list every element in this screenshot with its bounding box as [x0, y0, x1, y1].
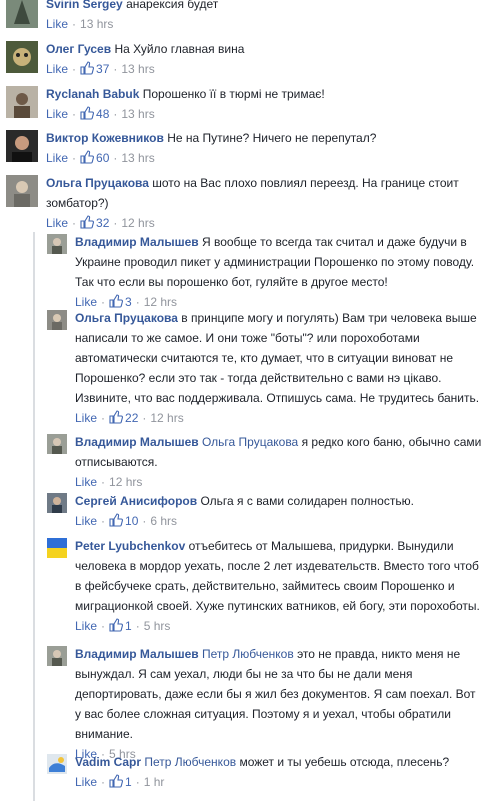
comment-meta: Like · 1 · 1 hr [75, 774, 165, 789]
like-button[interactable]: Like [75, 295, 97, 309]
like-count[interactable]: 32 [80, 215, 109, 230]
comment-author[interactable]: Владимир Малышев [75, 647, 199, 661]
comment-time[interactable]: 13 hrs [121, 62, 154, 76]
comment-text: Не на Путине? Ничего не перепутал? [167, 131, 377, 145]
comment-author[interactable]: Peter Lyubchenkov [75, 539, 185, 553]
comment-author[interactable]: Ольга Пруцакова [46, 176, 149, 190]
like-count[interactable]: 1 [109, 774, 132, 789]
like-count[interactable]: 37 [80, 61, 109, 76]
avatar[interactable] [47, 310, 67, 330]
avatar[interactable] [6, 130, 38, 162]
mention-link[interactable]: Петр Любченков [144, 755, 236, 769]
like-button[interactable]: Like [75, 514, 97, 528]
comment-author[interactable]: Олег Гусев [46, 42, 111, 56]
comment-time[interactable]: 5 hrs [144, 619, 171, 633]
comment-time[interactable]: 12 hrs [150, 411, 183, 425]
like-button[interactable]: Like [75, 619, 97, 633]
comment-meta: Like · 37 · 13 hrs [46, 61, 155, 76]
avatar[interactable] [47, 646, 67, 666]
reply-thread-line [33, 232, 35, 801]
like-count[interactable]: 60 [80, 150, 109, 165]
comment-time[interactable]: 13 hrs [121, 151, 154, 165]
comment-meta: Like · 60 · 13 hrs [46, 150, 155, 165]
comment-time[interactable]: 1 hr [144, 775, 165, 789]
comment: Виктор Кожевников Не на Путине? Ничего н… [6, 128, 484, 168]
comment-thread: Svirin Sergey анарексия будет Like · 13 hr… [0, 0, 488, 801]
avatar[interactable] [6, 0, 38, 28]
reply: Vadim Capr Петр Любченков может и ты уеб… [47, 752, 484, 812]
comment-time[interactable]: 12 hrs [109, 475, 142, 489]
comment: Олег Гусев На Хуйло главная вина Like · 37… [6, 39, 484, 79]
comment-author[interactable]: Ольга Пруцакова [75, 311, 178, 325]
like-count[interactable]: 48 [80, 106, 109, 121]
comment-text: Порошенко її в тюрмі не тримає! [142, 87, 325, 101]
comment-meta: Like · 10 · 6 hrs [75, 513, 178, 528]
comment-meta: Like · 22 · 12 hrs [75, 410, 184, 425]
like-button[interactable]: Like [75, 475, 97, 489]
avatar[interactable] [47, 434, 67, 454]
like-count[interactable]: 22 [109, 410, 138, 425]
comment-meta: Like · 12 hrs [75, 475, 143, 489]
like-button[interactable]: Like [75, 411, 97, 425]
avatar[interactable] [47, 754, 67, 774]
thumbs-up-icon [80, 106, 95, 120]
reply: Владимир Малышев Петр Любченков это не п… [47, 644, 484, 761]
like-button[interactable]: Like [46, 17, 68, 31]
mention-link[interactable]: Петр Любченков [202, 647, 294, 661]
avatar[interactable] [6, 86, 38, 118]
reply: Владимир Малышев Ольга Пруцакова я редко… [47, 432, 484, 489]
comment-time[interactable]: 13 hrs [80, 17, 113, 31]
thumbs-up-icon [80, 61, 95, 75]
comment-text: это не правда, никто меня не вынуждал. Я… [75, 647, 476, 741]
comment-text: анарексия будет [126, 0, 219, 11]
comment-time[interactable]: 12 hrs [144, 295, 177, 309]
reply: Peter Lyubchenkov отъебитесь от Малышева… [47, 536, 484, 640]
reply: Сергей Анисифоров Ольга я с вами солидар… [47, 491, 484, 531]
like-button[interactable]: Like [46, 216, 68, 230]
avatar[interactable] [6, 41, 38, 73]
avatar[interactable] [47, 493, 67, 513]
like-button[interactable]: Like [46, 62, 68, 76]
thumbs-up-icon [109, 513, 124, 527]
like-count[interactable]: 10 [109, 513, 138, 528]
comment-meta: Like · 48 · 13 hrs [46, 106, 155, 121]
thumbs-up-icon [80, 150, 95, 164]
comment: Ольга Пруцакова шото на Вас плохо повлия… [6, 173, 484, 233]
comment-author[interactable]: Vadim Capr [75, 755, 141, 769]
reply: Ольга Пруцакова в принципе могу и погуля… [47, 308, 484, 428]
thumbs-up-icon [109, 294, 124, 308]
thumbs-up-icon [109, 774, 124, 788]
comment-author[interactable]: Сергей Анисифоров [75, 494, 197, 508]
thumbs-up-icon [109, 410, 124, 424]
comment-author[interactable]: Владимир Малышев [75, 235, 199, 249]
comment-time[interactable]: 12 hrs [121, 216, 154, 230]
comment: Svirin Sergey анарексия будет Like · 13 hr… [6, 0, 484, 34]
comment-meta: Like · 1 · 5 hrs [75, 618, 171, 633]
like-count[interactable]: 1 [109, 618, 132, 633]
thumbs-up-icon [109, 618, 124, 632]
comment-author[interactable]: Виктор Кожевников [46, 131, 164, 145]
like-button[interactable]: Like [46, 151, 68, 165]
like-count[interactable]: 3 [109, 294, 132, 309]
comment-meta: Like · 32 · 12 hrs [46, 215, 155, 230]
comment-time[interactable]: 6 hrs [150, 514, 177, 528]
reply: Владимир Малышев Я вообще то всегда так … [47, 232, 484, 309]
comment-author[interactable]: Владимир Малышев [75, 435, 199, 449]
avatar[interactable] [47, 538, 67, 558]
like-button[interactable]: Like [75, 775, 97, 789]
comment-meta: Like · 13 hrs [46, 17, 114, 31]
comment-text: Ольга я с вами солидарен полностью. [200, 494, 414, 508]
comment-text: На Хуйло главная вина [114, 42, 245, 56]
thumbs-up-icon [80, 215, 95, 229]
comment-text: может и ты уебешь отсюда, плесень? [239, 755, 450, 769]
comment: Ryclanah Babuk Порошенко її в тюрмі не т… [6, 84, 484, 124]
comment-text: в принципе могу и погулять) Вам три чело… [75, 311, 480, 405]
comment-author[interactable]: Svirin Sergey [46, 0, 123, 11]
avatar[interactable] [6, 175, 38, 207]
like-button[interactable]: Like [46, 107, 68, 121]
comment-author[interactable]: Ryclanah Babuk [46, 87, 139, 101]
comment-time[interactable]: 13 hrs [121, 107, 154, 121]
mention-link[interactable]: Ольга Пруцакова [202, 435, 298, 449]
avatar[interactable] [47, 234, 67, 254]
